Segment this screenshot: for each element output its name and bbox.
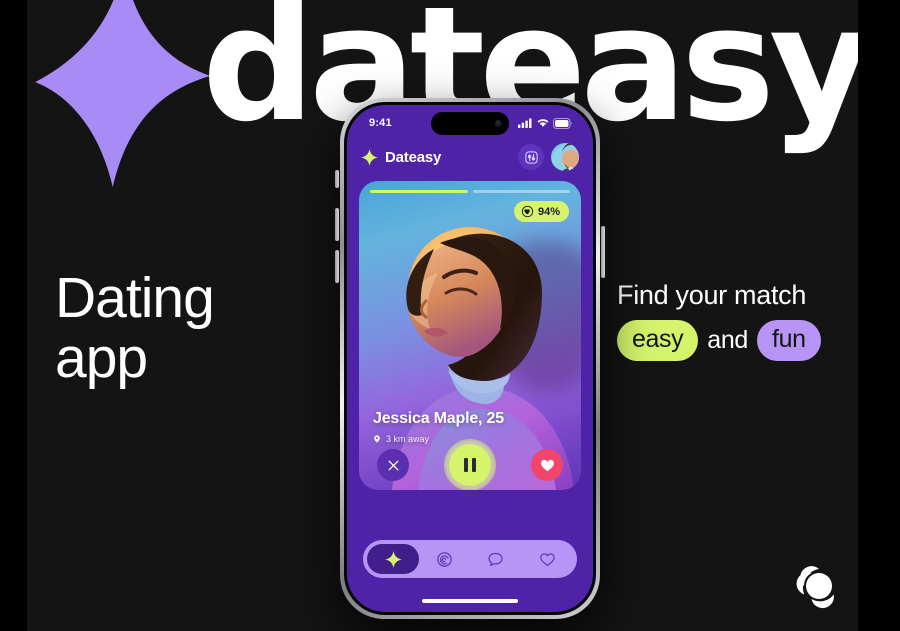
sidebar-item-discover[interactable] [367, 544, 419, 574]
profile-card[interactable]: 94% Jessica Maple, 25 3 km away [359, 181, 581, 490]
app-header: Dateasy [347, 135, 593, 181]
chat-bubble-icon [488, 552, 504, 566]
dynamic-island [431, 112, 509, 135]
phone-silent-switch[interactable] [335, 170, 339, 188]
match-badge: 94% [513, 201, 569, 222]
cellular-signal-icon [518, 118, 532, 128]
tagline: Find your match easy and fun [617, 280, 852, 361]
wifi-icon [537, 119, 549, 127]
profile-distance: 3 km away [373, 434, 429, 444]
brand-swirl-logo-icon [796, 566, 834, 609]
headline-left-line1: Dating [55, 266, 215, 330]
phone-power-button[interactable] [601, 226, 605, 278]
spiral-icon [437, 551, 452, 567]
app-title: Dateasy [385, 148, 442, 166]
poster-canvas: dateasy Dating app Find your match easy … [27, 0, 858, 631]
heart-in-circle-icon [521, 205, 534, 218]
phone-bezel: 9:41 Dateasy 94% Jessica Maple, 25 3 km … [344, 102, 596, 615]
pill-easy: easy [617, 320, 699, 361]
bottom-nav [363, 540, 577, 578]
heart-outline-icon [540, 552, 555, 566]
phone-screen: 9:41 Dateasy 94% Jessica Maple, 25 3 km … [347, 105, 593, 612]
sparkle-icon [361, 148, 378, 166]
status-bar-time: 9:41 [369, 117, 392, 129]
status-bar: 9:41 [347, 105, 593, 135]
progress-segment-2 [472, 190, 570, 193]
match-percentage: 94% [537, 205, 560, 218]
status-bar-indicators [518, 117, 573, 129]
dismiss-button[interactable] [377, 449, 409, 481]
pause-button[interactable] [449, 444, 491, 486]
heart-icon [540, 459, 554, 471]
map-pin-icon [374, 435, 380, 443]
card-actions [359, 444, 581, 486]
story-progress [370, 190, 570, 193]
headline-left-line2: app [55, 326, 148, 391]
pause-icon [464, 458, 476, 472]
close-icon [388, 460, 398, 470]
sidebar-item-explore[interactable] [419, 544, 470, 574]
page-title: Dating app [55, 266, 215, 391]
sliders-icon [524, 150, 538, 164]
home-indicator[interactable] [422, 599, 518, 603]
profile-distance-label: 3 km away [386, 434, 430, 444]
sparkle-decoration-icon [28, 0, 218, 192]
battery-icon [553, 117, 572, 129]
sidebar-item-messages[interactable] [470, 544, 521, 574]
front-camera-icon [495, 120, 502, 127]
sidebar-item-likes[interactable] [522, 544, 573, 574]
pill-fun: fun [757, 320, 821, 361]
avatar[interactable] [551, 143, 579, 171]
phone-volume-down-button[interactable] [335, 250, 339, 283]
phone-volume-up-button[interactable] [335, 208, 339, 241]
avatar-photo [551, 143, 579, 171]
tagline-line1: Find your match [617, 280, 807, 310]
poster-stage: dateasy Dating app Find your match easy … [0, 0, 900, 631]
progress-segment-1 [370, 190, 468, 193]
tagline-line2: easy and fun [617, 320, 852, 361]
tagline-conjunction: and [707, 326, 749, 354]
filter-button[interactable] [518, 144, 544, 170]
sparkle-icon [384, 550, 402, 568]
phone-mockup: 9:41 Dateasy 94% Jessica Maple, 25 3 km … [335, 98, 605, 619]
like-button[interactable] [531, 449, 563, 481]
profile-name: Jessica Maple, 25 [373, 410, 504, 427]
